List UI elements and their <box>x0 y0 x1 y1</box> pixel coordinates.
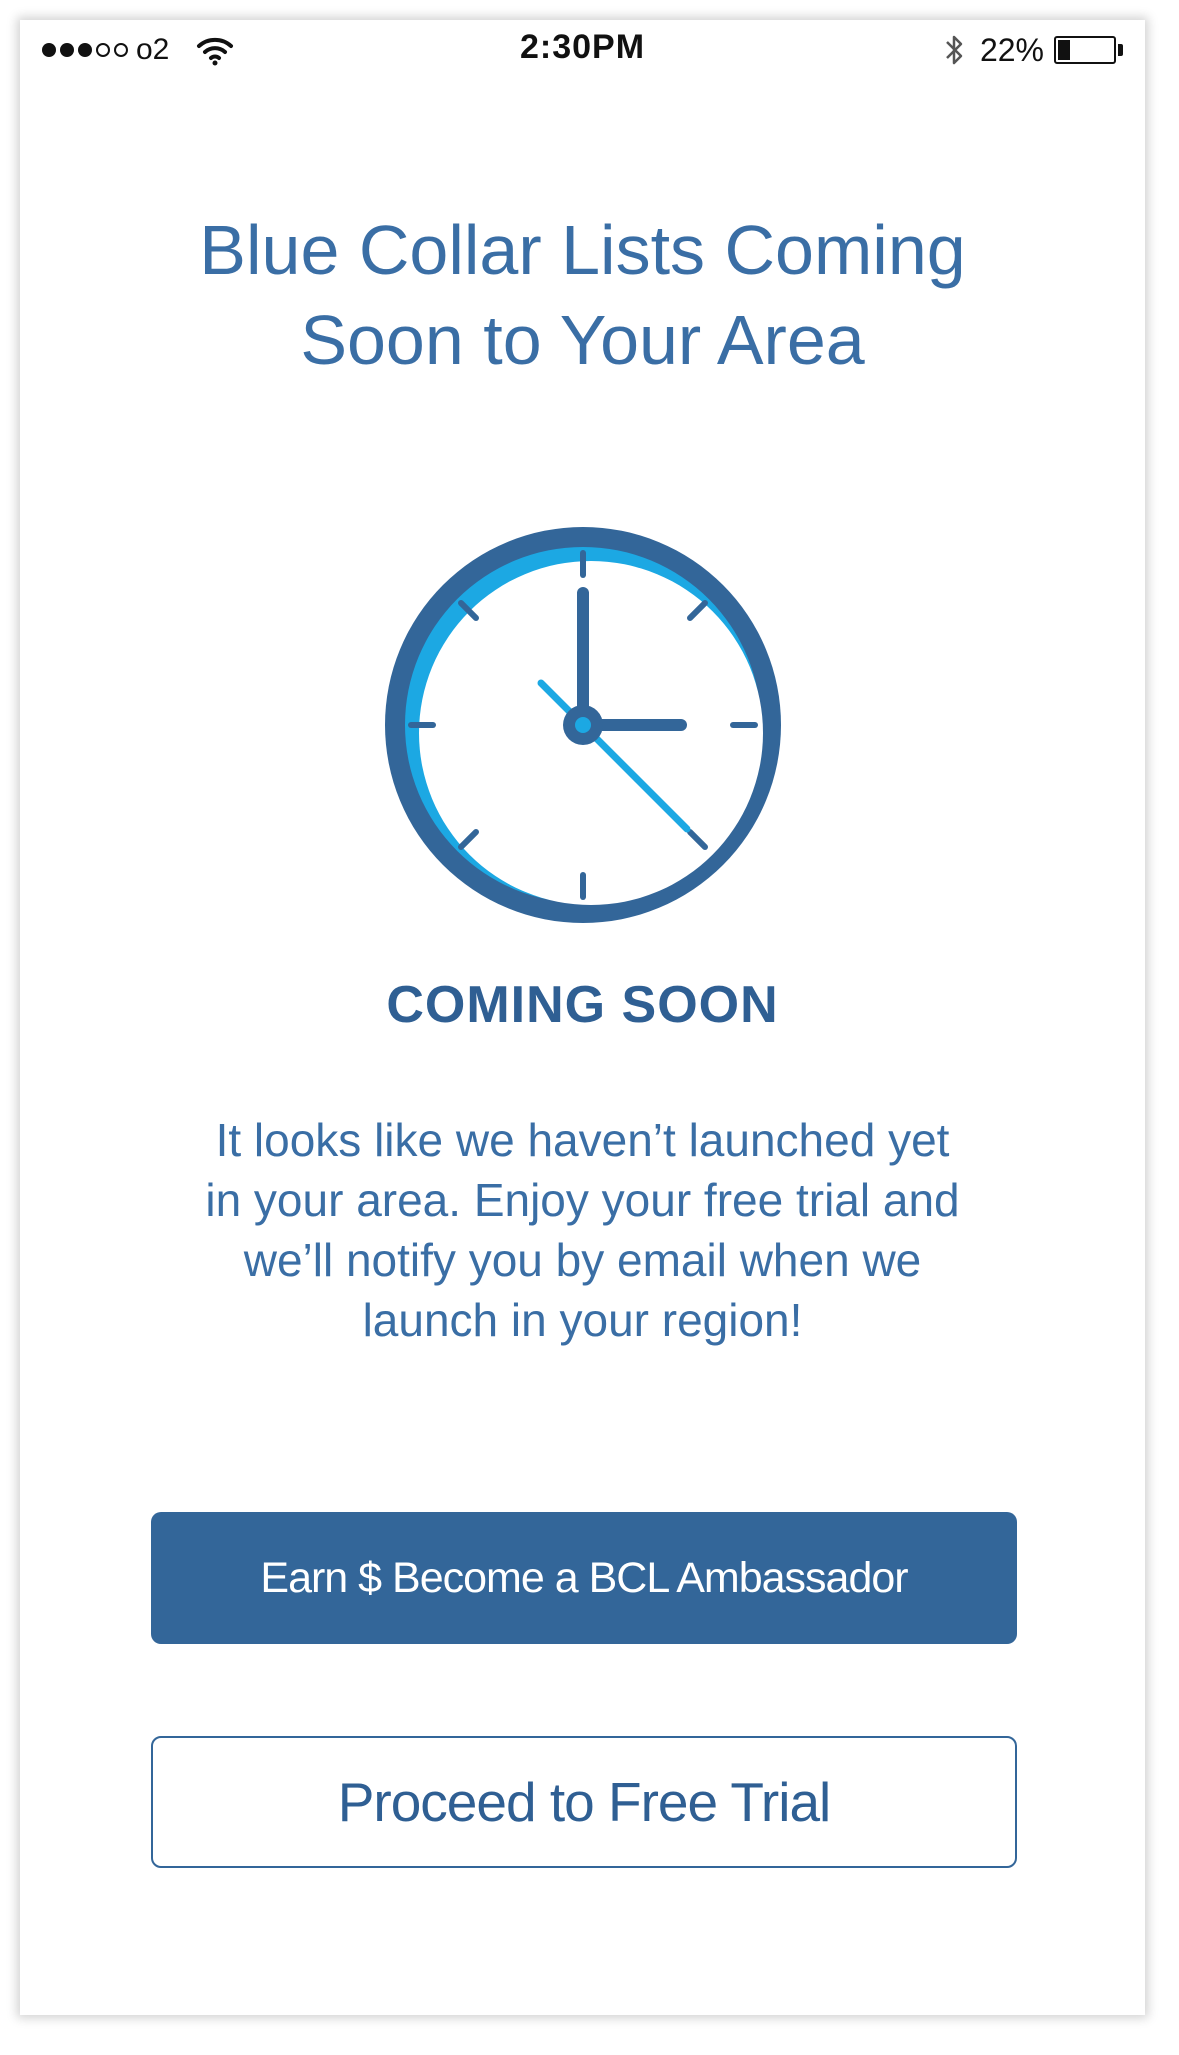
battery-percent: 22% <box>979 31 1044 68</box>
become-ambassador-button[interactable]: Earn $ Become a BCL Ambassador <box>151 1512 1017 1644</box>
info-message-line: in your area. Enjoy your free trial and <box>205 1174 960 1226</box>
battery-tip <box>1118 44 1123 56</box>
info-message: It looks like we haven’t launched yet in… <box>110 1110 1055 1350</box>
bluetooth-icon <box>946 35 963 65</box>
status-right: 22% <box>942 30 1123 70</box>
coming-soon-label: COMING SOON <box>386 976 779 1034</box>
page-title-line: Soon to Your Area <box>300 301 865 379</box>
battery-level-fill <box>1058 40 1070 60</box>
info-message-line: we’ll notify you by email when we <box>243 1234 922 1286</box>
battery-icon <box>1054 36 1116 64</box>
status-bar: o2 2:30PM 22% <box>20 20 1145 80</box>
clock-icon <box>385 527 781 923</box>
page-title: Blue Collar Lists Coming Soon to Your Ar… <box>60 205 1105 385</box>
proceed-free-trial-button[interactable]: Proceed to Free Trial <box>151 1736 1017 1868</box>
info-message-line: It looks like we haven’t launched yet <box>215 1114 950 1166</box>
info-message-line: launch in your region! <box>362 1294 803 1346</box>
app-screen: o2 2:30PM 22% Blue Collar Lists Coming S… <box>20 20 1145 2015</box>
page-title-line: Blue Collar Lists Coming <box>199 211 966 289</box>
